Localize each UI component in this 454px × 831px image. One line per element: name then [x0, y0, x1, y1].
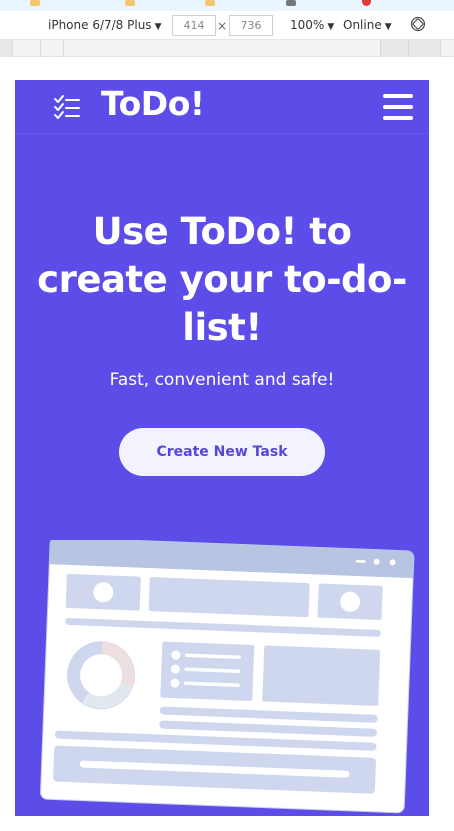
- device-select[interactable]: iPhone 6/7/8 Plus ▼: [48, 18, 161, 32]
- network-dropdown-caret: ▼: [384, 22, 392, 32]
- height-input[interactable]: 736: [229, 15, 273, 36]
- network-label: Online: [343, 18, 382, 32]
- dashboard-illustration: [40, 540, 415, 814]
- dimension-times-sign: ×: [217, 19, 228, 33]
- navbar: ToDo!: [15, 80, 429, 134]
- zoom-label: 100%: [290, 18, 325, 32]
- zoom-dropdown-caret: ▼: [327, 22, 335, 32]
- hamburger-menu-icon[interactable]: [383, 94, 413, 120]
- device-label: iPhone 6/7/8 Plus: [48, 18, 152, 32]
- rotate-icon[interactable]: [410, 16, 426, 32]
- media-query-ruler: [0, 40, 454, 57]
- hero-subtitle: Fast, convenient and safe!: [109, 370, 335, 390]
- zoom-select[interactable]: 100% ▼: [290, 18, 334, 32]
- width-input[interactable]: 414: [172, 15, 216, 36]
- mobile-viewport: ToDo! Use ToDo! to create your to-do-lis…: [15, 80, 429, 816]
- brand-logo-text[interactable]: ToDo!: [101, 84, 205, 123]
- device-dropdown-caret: ▼: [154, 22, 162, 32]
- create-new-task-button[interactable]: Create New Task: [119, 428, 325, 476]
- checklist-icon: [54, 95, 80, 119]
- hero-title: Use ToDo! to create your to-do-list!: [37, 210, 407, 349]
- network-throttle-select[interactable]: Online ▼: [343, 18, 392, 32]
- device-toolbar: iPhone 6/7/8 Plus ▼ 414 × 736 100% ▼ Onlin…: [0, 0, 454, 40]
- browser-top-strip: [0, 0, 454, 11]
